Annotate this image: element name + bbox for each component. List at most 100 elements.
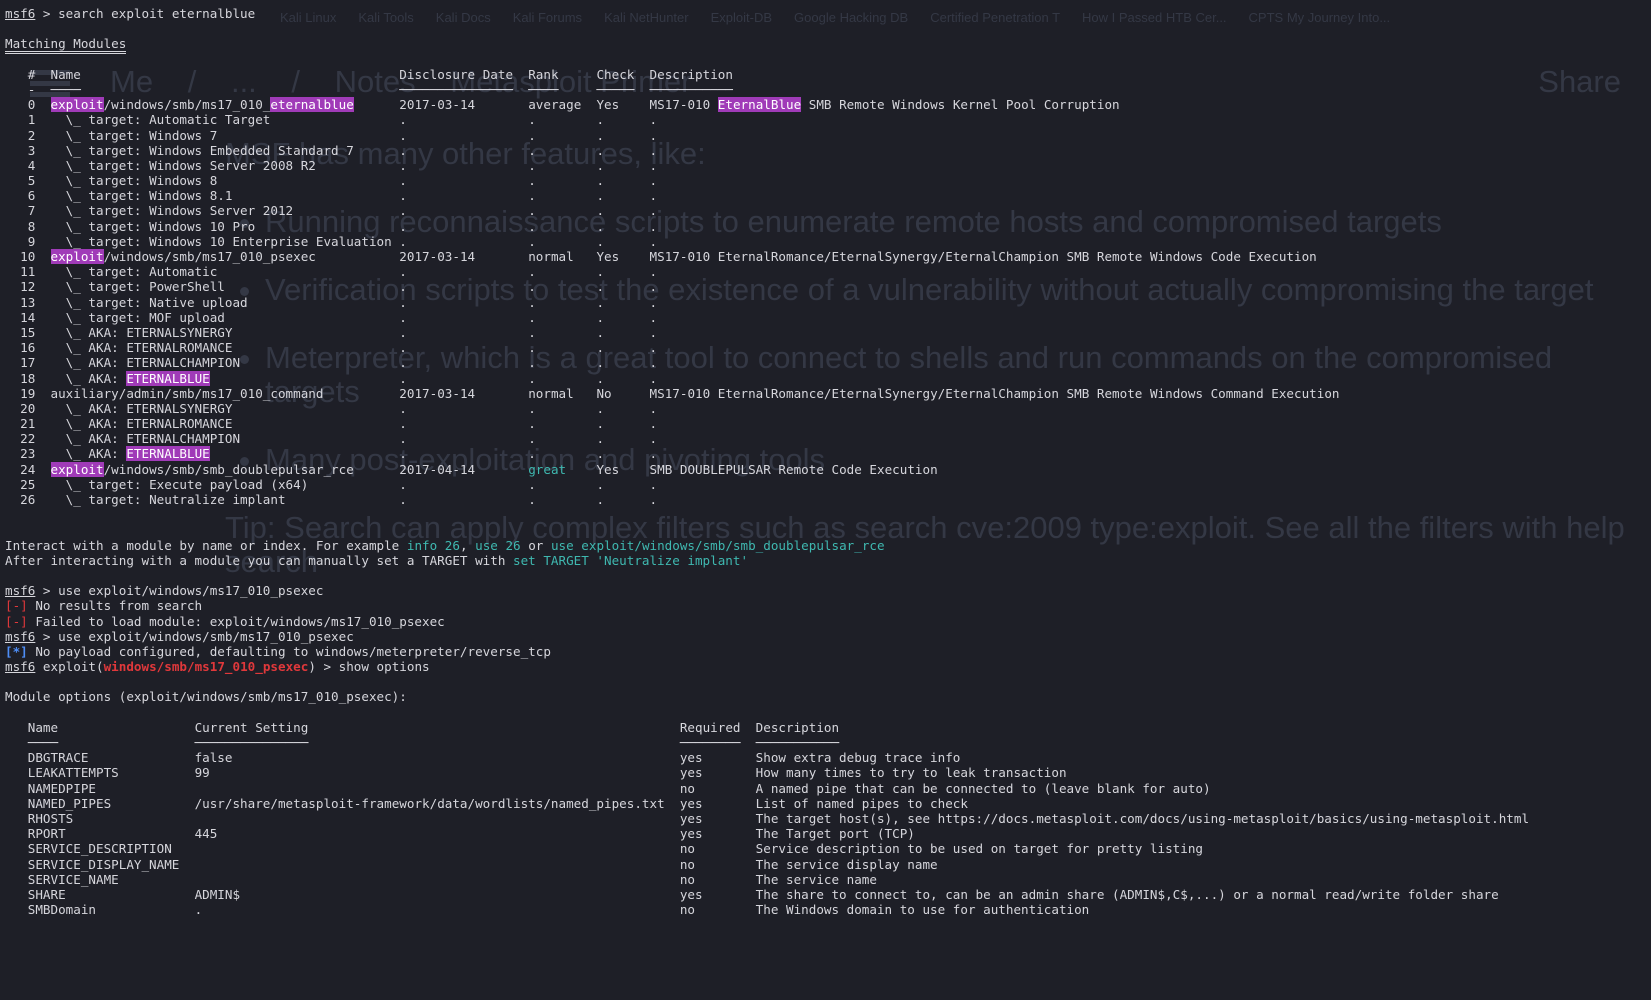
option-required: no [679,871,756,887]
option-name: DBGTRACE [5,750,195,766]
module-row[interactable]: 25 \_ target: Execute payload (x64) . . … [5,477,1529,492]
module-row[interactable]: 12 \_ target: PowerShell . . . . [5,279,1529,294]
module-row[interactable]: 23 \_ AKA: ETERNALBLUE . . . . [5,446,1529,462]
row-index: 1 [5,112,51,128]
row-index: 14 [5,309,51,325]
option-desc: The service display name [755,856,938,872]
module-row[interactable]: 22 \_ AKA: ETERNALCHAMPION . . . . [5,431,1529,446]
row-date: 2017-03-14 [399,249,529,264]
module-row[interactable]: 8 \_ target: Windows 10 Pro . . . . [5,219,1529,234]
module-row[interactable]: 5 \_ target: Windows 8 . . . . [5,173,1529,188]
option-setting [195,857,680,872]
module-name: \_ target: Windows Embedded Standard 7 [50,142,354,158]
module-row[interactable]: 17 \_ AKA: ETERNALCHAMPION . . . . [5,355,1529,370]
row-date: . [399,188,529,204]
option-row: SERVICE_NAME no The service name [5,872,1529,887]
row-check: . [596,127,650,143]
error-tag: [-] [5,598,28,614]
row-date: . [399,431,529,447]
share-button[interactable]: Share [1538,64,1621,100]
row-check: No [596,385,650,401]
hint-text: or [520,537,551,553]
row-check: . [596,203,650,219]
highlight-match: ETERNALBLUE [126,370,210,386]
col-header-desc: Description [649,66,733,82]
error-line: [-] Failed to load module: exploit/windo… [5,614,1529,629]
module-row[interactable]: 9 \_ target: Windows 10 Enterprise Evalu… [5,234,1529,249]
module-row[interactable]: 6 \_ target: Windows 8.1 . . . . [5,188,1529,203]
module-row[interactable]: 4 \_ target: Windows Server 2008 R2 . . … [5,158,1529,173]
row-check: . [596,188,650,204]
opt-header-desc: Description [755,719,840,735]
module-name: \_ AKA: [50,370,127,386]
option-setting [195,811,680,826]
row-index: 3 [5,142,51,158]
info-line: [*] No payload configured, defaulting to… [5,644,1529,659]
module-row[interactable]: 20 \_ AKA: ETERNALSYNERGY . . . . [5,401,1529,416]
module-row[interactable]: 18 \_ AKA: ETERNALBLUE . . . . [5,370,1529,386]
module-name: \_ AKA: ETERNALROMANCE [50,340,233,356]
terminal-output[interactable]: msf6 > search exploit eternalblue Matchin… [5,6,1529,917]
col-header-check: Check [596,66,650,82]
option-required: no [679,841,756,857]
option-name: SHARE [5,886,195,902]
row-desc: . [649,355,658,371]
option-setting: ADMIN$ [194,886,680,902]
module-name: \_ target: MOF upload [50,309,225,325]
module-row[interactable]: 7 \_ target: Windows Server 2012 . . . . [5,203,1529,218]
row-index: 18 [5,370,51,386]
option-required: yes [679,810,756,826]
row-rank: normal [528,385,597,401]
module-row[interactable]: 26 \_ target: Neutralize implant . . . . [5,492,1529,507]
module-row[interactable]: 10 exploit/windows/smb/ms17_010_psexec 2… [5,249,1529,264]
module-row[interactable]: 19 auxiliary/admin/smb/ms17_010_command … [5,386,1529,401]
module-row[interactable]: 15 \_ AKA: ETERNALSYNERGY . . . . [5,325,1529,340]
option-row: DBGTRACE false yes Show extra debug trac… [5,750,1529,765]
table-header: # Name Disclosure Date Rank Check Descri… [5,67,1529,82]
row-desc: . [649,203,658,219]
row-index: 15 [5,324,51,340]
row-check: . [596,173,650,189]
row-desc: . [649,309,658,325]
module-row[interactable]: 0 exploit/windows/smb/ms17_010_eternalbl… [5,97,1529,113]
msf-prompt: msf6 [5,6,36,21]
hint-text: Interact with a module by name or index.… [5,537,407,553]
option-name: SERVICE_NAME [5,871,195,887]
row-desc: . [649,324,658,340]
table-header-rule: - ──── ─────────────── ──── ───── ──────… [5,82,1529,97]
command-text: > search exploit eternalblue [35,6,256,21]
module-row[interactable]: 16 \_ AKA: ETERNALROMANCE . . . . [5,340,1529,355]
row-check: . [596,324,650,340]
module-row[interactable]: 24 exploit/windows/smb/smb_doublepulsar_… [5,461,1529,477]
module-row[interactable]: 21 \_ AKA: ETERNALROMANCE . . . . [5,416,1529,431]
option-setting: 99 [194,765,680,781]
module-row[interactable]: 2 \_ target: Windows 7 . . . . [5,128,1529,143]
module-row[interactable]: 14 \_ target: MOF upload . . . . [5,310,1529,325]
module-name: \_ target: Windows 10 Enterprise Evaluat… [50,233,392,249]
row-check: . [596,218,650,234]
row-check: . [596,279,650,295]
module-name: \_ target: Automatic [50,264,218,280]
row-check: . [596,355,650,371]
row-desc: . [649,142,658,158]
module-row[interactable]: 13 \_ target: Native upload . . . . [5,295,1529,310]
row-rank: . [528,127,597,143]
row-index: 17 [5,355,51,371]
module-name: /windows/smb/smb_doublepulsar_rce [103,461,354,477]
module-row[interactable]: 1 \_ target: Automatic Target . . . . [5,112,1529,127]
module-row[interactable]: 3 \_ target: Windows Embedded Standard 7… [5,143,1529,158]
option-required: no [679,856,756,872]
module-name: \_ target: Windows 8.1 [50,188,233,204]
col-header-name: Name [35,66,400,82]
module-row[interactable]: 11 \_ target: Automatic . . . . [5,264,1529,279]
row-desc: . [649,492,658,507]
row-check: . [596,112,650,128]
